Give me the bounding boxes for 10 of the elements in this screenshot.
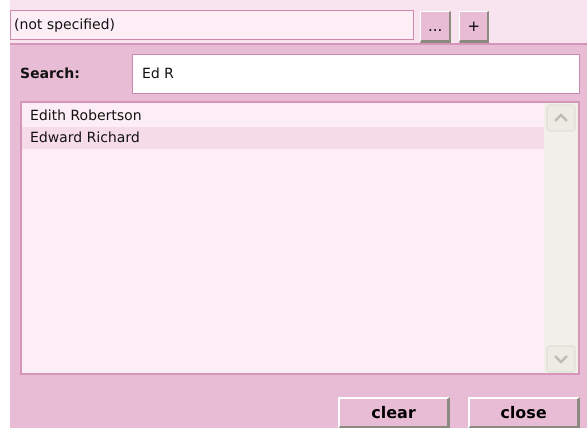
close-button[interactable]: close — [468, 397, 580, 428]
search-field[interactable]: Ed R — [132, 54, 580, 94]
scrollbar[interactable] — [544, 103, 578, 373]
browse-button[interactable]: ... — [420, 11, 452, 43]
search-label: Search: — [20, 66, 81, 82]
clear-button[interactable]: clear — [338, 397, 450, 428]
add-button[interactable]: + — [459, 11, 490, 43]
selection-field[interactable]: (not specified) — [10, 10, 414, 40]
result-item[interactable]: Edward Richard — [22, 127, 544, 149]
result-item[interactable]: Edith Robertson — [22, 105, 544, 127]
